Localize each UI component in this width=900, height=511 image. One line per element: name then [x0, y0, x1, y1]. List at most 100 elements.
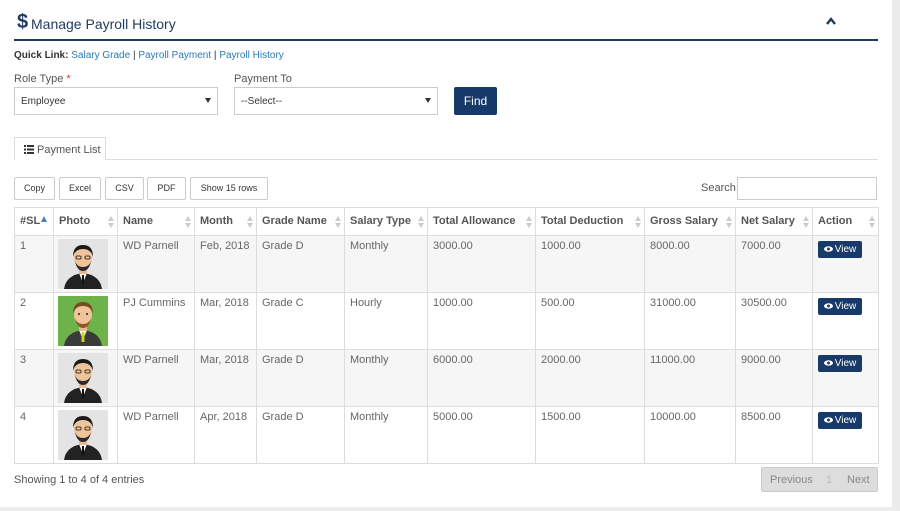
cell-net: 30500.00	[735, 292, 813, 350]
table-row: 1 WD Parnell Feb, 2018 Grade D Monthly 3…	[14, 235, 879, 293]
cell-sl: 4	[14, 406, 54, 464]
search-label: Search:	[701, 182, 739, 194]
table-info: Showing 1 to 4 of 4 entries	[14, 474, 145, 486]
sort-asc-icon	[41, 216, 48, 222]
required-mark: *	[66, 73, 71, 85]
pdf-button[interactable]: PDF	[147, 177, 186, 200]
copy-button[interactable]: Copy	[14, 177, 55, 200]
cell-month: Apr, 2018	[194, 406, 257, 464]
cell-grade: Grade D	[256, 235, 345, 293]
cell-allowance: 6000.00	[427, 349, 536, 407]
table-row: 3 WD Parnell Mar, 2018 Grade D Monthly 6…	[14, 349, 879, 407]
cell-sl: 1	[14, 235, 54, 293]
avatar	[58, 239, 108, 289]
cell-action: View	[812, 349, 879, 407]
table-row: 4 WD Parnell Apr, 2018 Grade D Monthly 5…	[14, 406, 879, 464]
quick-link-payroll-payment[interactable]: Payroll Payment	[138, 50, 211, 61]
table-row: 2 PJ Cummins Mar, 2018 Grade C Hourly 10…	[14, 292, 879, 350]
sort-icon	[247, 216, 253, 228]
tab-payment-list[interactable]: Payment List	[14, 137, 106, 161]
table-header-row: #SL Photo Name Month Grade Name Salary T…	[14, 207, 879, 236]
cell-name: WD Parnell	[117, 406, 195, 464]
next-button[interactable]: Next	[847, 474, 870, 486]
payroll-history-panel: $ Manage Payroll History Quick Link: Sal…	[0, 0, 892, 507]
cell-allowance: 1000.00	[427, 292, 536, 350]
cell-photo	[53, 349, 118, 407]
panel-header: $ Manage Payroll History	[14, 0, 878, 41]
quick-link-separator: |	[132, 50, 136, 61]
cell-sl: 2	[14, 292, 54, 350]
cell-grade: Grade D	[256, 349, 345, 407]
cell-grade: Grade D	[256, 406, 345, 464]
cell-salary-type: Monthly	[344, 406, 428, 464]
cell-allowance: 3000.00	[427, 235, 536, 293]
quick-link-salary-grade[interactable]: Salary Grade	[71, 50, 130, 61]
sort-icon	[803, 216, 809, 228]
column-header-gross-salary[interactable]: Gross Salary	[644, 207, 736, 236]
previous-button[interactable]: Previous	[770, 474, 813, 486]
payment-to-select[interactable]: --Select--	[234, 87, 438, 115]
eye-icon	[823, 303, 833, 309]
column-header-action[interactable]: Action	[812, 207, 879, 236]
column-header-sl[interactable]: #SL	[14, 207, 54, 236]
view-button[interactable]: View	[818, 298, 862, 315]
column-header-salary-type[interactable]: Salary Type	[344, 207, 428, 236]
cell-photo	[53, 235, 118, 293]
sort-icon	[185, 216, 191, 228]
cell-name: WD Parnell	[117, 349, 195, 407]
column-header-grade-name[interactable]: Grade Name	[256, 207, 345, 236]
cell-gross: 8000.00	[644, 235, 736, 293]
csv-button[interactable]: CSV	[105, 177, 144, 200]
role-type-select[interactable]: Employee	[14, 87, 218, 115]
sort-icon	[869, 216, 875, 228]
chevron-up-icon[interactable]	[824, 15, 838, 27]
cell-net: 8500.00	[735, 406, 813, 464]
column-header-photo[interactable]: Photo	[53, 207, 118, 236]
search-input[interactable]	[737, 177, 877, 200]
payment-to-label: Payment To	[234, 73, 292, 85]
cell-salary-type: Monthly	[344, 349, 428, 407]
cell-deduction: 500.00	[535, 292, 645, 350]
cell-gross: 10000.00	[644, 406, 736, 464]
view-button[interactable]: View	[818, 241, 862, 258]
column-header-total-deduction[interactable]: Total Deduction	[535, 207, 645, 236]
tab-label: Payment List	[37, 144, 101, 156]
role-type-value: Employee	[21, 96, 66, 107]
column-header-month[interactable]: Month	[194, 207, 257, 236]
cell-month: Feb, 2018	[194, 235, 257, 293]
view-button[interactable]: View	[818, 412, 862, 429]
cell-sl: 3	[14, 349, 54, 407]
column-header-total-allowance[interactable]: Total Allowance	[427, 207, 536, 236]
cell-action: View	[812, 235, 879, 293]
quick-link-label: Quick Link:	[14, 50, 69, 61]
cell-allowance: 5000.00	[427, 406, 536, 464]
page-number[interactable]: 1	[826, 474, 832, 486]
avatar	[58, 410, 108, 460]
cell-month: Mar, 2018	[194, 292, 257, 350]
eye-icon	[823, 360, 833, 366]
eye-icon	[823, 417, 833, 423]
column-header-net-salary[interactable]: Net Salary	[735, 207, 813, 236]
payment-table: #SL Photo Name Month Grade Name Salary T…	[14, 207, 879, 464]
view-button[interactable]: View	[818, 355, 862, 372]
column-header-name[interactable]: Name	[117, 207, 195, 236]
eye-icon	[823, 246, 833, 252]
quick-links: Quick Link: Salary Grade | Payroll Payme…	[14, 50, 284, 61]
cell-deduction: 1500.00	[535, 406, 645, 464]
page-title: Manage Payroll History	[31, 16, 176, 32]
cell-name: WD Parnell	[117, 235, 195, 293]
cell-gross: 31000.00	[644, 292, 736, 350]
list-icon	[24, 145, 34, 154]
find-button[interactable]: Find	[454, 87, 497, 115]
sort-icon	[108, 216, 114, 228]
cell-deduction: 2000.00	[535, 349, 645, 407]
dollar-icon: $	[17, 11, 29, 33]
cell-photo	[53, 292, 118, 350]
show-rows-button[interactable]: Show 15 rows	[190, 177, 268, 200]
payment-to-value: --Select--	[241, 96, 283, 107]
cell-salary-type: Hourly	[344, 292, 428, 350]
excel-button[interactable]: Excel	[59, 177, 101, 200]
sort-icon	[726, 216, 732, 228]
quick-link-payroll-history[interactable]: Payroll History	[219, 50, 283, 61]
cell-month: Mar, 2018	[194, 349, 257, 407]
